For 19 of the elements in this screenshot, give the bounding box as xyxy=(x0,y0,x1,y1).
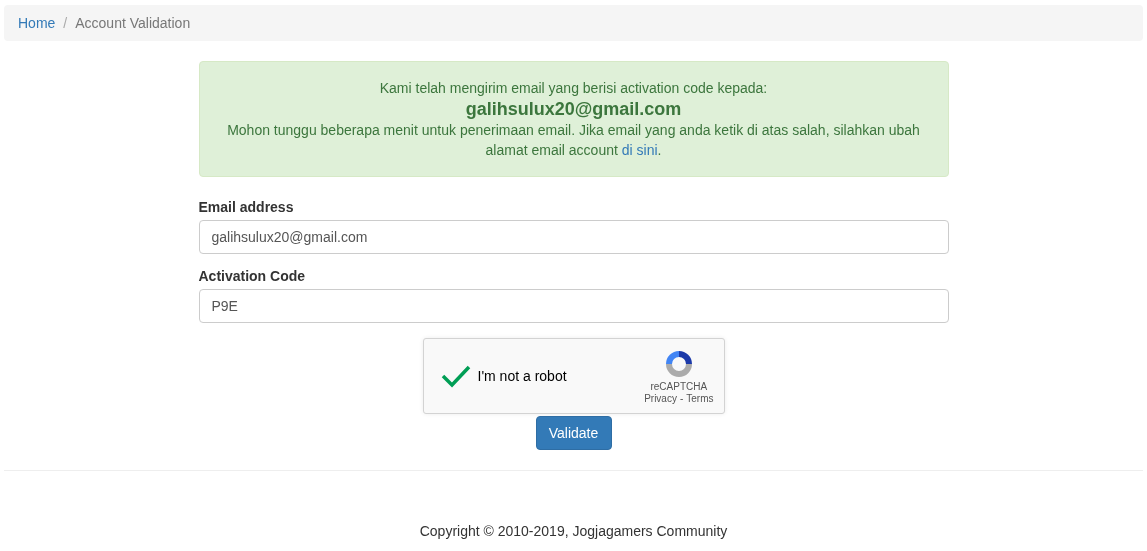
checkmark-icon xyxy=(440,364,471,388)
captcha-label: I'm not a robot xyxy=(477,368,568,384)
terms-link[interactable]: Terms xyxy=(686,393,714,404)
link-separator: - xyxy=(679,393,684,404)
input-field[interactable]: P9E xyxy=(198,289,949,323)
breadcrumb-separator: / xyxy=(62,15,69,31)
alert-message: Mohon tunggu beberapa menit untuk penerimaan email. Jika email yang anda ketik di atas salah, silahkan ubah alamat email account di sini. xyxy=(226,121,921,160)
recaptcha-brand: reCAPTCHA xyxy=(650,381,708,392)
alert-intro: Kami telah mengirim email yang berisi activation code kepada: xyxy=(379,79,768,98)
field-label: Activation Code xyxy=(198,268,307,284)
input-field[interactable]: galihsulux20@gmail.com xyxy=(198,220,949,254)
field-label: Email address xyxy=(198,199,295,215)
validate-button[interactable]: Validate xyxy=(535,416,612,450)
alert-email: galihsulux20@gmail.com xyxy=(465,98,682,120)
change-email-link[interactable]: di sini xyxy=(621,142,658,158)
footer-copyright: Copyright © 2010-2019, Jogjagamers Community xyxy=(418,523,729,539)
privacy-link[interactable]: Privacy xyxy=(644,393,677,404)
breadcrumb-link[interactable]: Home xyxy=(18,15,56,31)
breadcrumb-current: Account Validation xyxy=(75,15,191,31)
